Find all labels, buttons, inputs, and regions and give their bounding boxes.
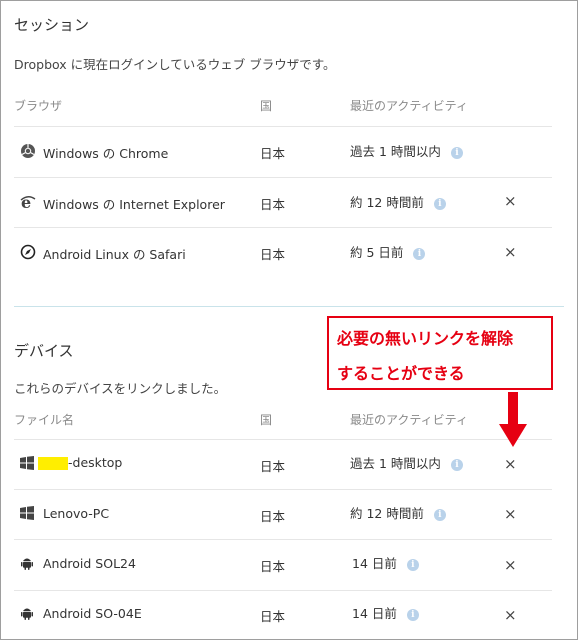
annotation-callout: 必要の無いリンクを解除 することができる <box>327 316 553 390</box>
row-divider <box>14 539 552 540</box>
column-header-activity: 最近のアクティビティ <box>350 413 468 427</box>
device-country: 日本 <box>260 559 286 574</box>
device-country: 日本 <box>260 609 286 624</box>
device-name: Android SO-04E <box>43 606 142 621</box>
device-activity: 過去 1 時間以内 i <box>350 453 463 472</box>
callout-line-2: することができる <box>337 364 465 383</box>
info-icon[interactable]: i <box>450 458 463 471</box>
redaction-highlight <box>38 457 68 470</box>
annotation-arrow-icon <box>499 392 527 447</box>
activity-text: 過去 1 時間以内 <box>350 456 441 471</box>
device-name: Android SOL24 <box>43 556 136 571</box>
info-icon[interactable]: i <box>450 146 463 159</box>
device-country: 日本 <box>260 459 286 474</box>
activity-text: 約 5 日前 <box>350 245 404 260</box>
session-activity: 約 5 日前 i <box>350 242 426 261</box>
device-country: 日本 <box>260 509 286 524</box>
session-browser-name: Windows の Chrome <box>43 146 169 161</box>
row-divider <box>14 439 552 440</box>
session-country: 日本 <box>260 247 286 262</box>
unlink-device-button[interactable]: × <box>504 606 517 624</box>
device-name: -desktop <box>38 455 122 470</box>
session-country: 日本 <box>260 146 286 161</box>
row-divider <box>14 590 552 591</box>
activity-text: 約 12 時間前 <box>350 195 424 210</box>
windows-icon <box>20 456 34 470</box>
column-header-name: ファイル名 <box>14 413 75 427</box>
session-browser-name: Windows の Internet Explorer <box>43 197 225 212</box>
row-divider <box>14 489 552 490</box>
callout-line-1: 必要の無いリンクを解除 <box>337 329 514 348</box>
row-divider <box>14 177 552 178</box>
device-activity: 約 12 時間前 i <box>350 503 446 522</box>
devices-title: デバイス <box>14 342 74 360</box>
device-activity: 14 日前 i <box>352 553 419 572</box>
info-icon[interactable]: i <box>433 508 446 521</box>
remove-session-button[interactable]: × <box>504 192 517 210</box>
column-header-country: 国 <box>260 99 273 113</box>
session-browser-name: Android Linux の Safari <box>43 247 186 262</box>
unlink-device-button[interactable]: × <box>504 505 517 523</box>
activity-text: 過去 1 時間以内 <box>350 144 441 159</box>
safari-icon <box>20 244 36 260</box>
session-activity: 過去 1 時間以内 i <box>350 141 463 160</box>
devices-description: これらのデバイスをリンクしました。 <box>14 381 227 396</box>
unlink-device-button[interactable]: × <box>504 455 517 473</box>
column-header-browser: ブラウザ <box>14 99 63 113</box>
session-activity: 約 12 時間前 i <box>350 192 446 211</box>
windows-icon <box>20 506 34 520</box>
internet-explorer-icon: e <box>20 194 36 210</box>
session-country: 日本 <box>260 197 286 212</box>
column-header-activity: 最近のアクティビティ <box>350 99 468 113</box>
device-name-text: -desktop <box>68 455 123 470</box>
sessions-title: セッション <box>14 16 90 34</box>
section-divider <box>14 306 564 307</box>
activity-text: 約 12 時間前 <box>350 506 424 521</box>
device-activity: 14 日前 i <box>352 603 419 622</box>
sessions-description: Dropbox に現在ログインしているウェブ ブラウザです。 <box>14 57 336 72</box>
activity-text: 14 日前 <box>352 556 397 571</box>
android-icon <box>21 608 33 620</box>
row-divider <box>14 227 552 228</box>
activity-text: 14 日前 <box>352 606 397 621</box>
column-header-country: 国 <box>260 413 273 427</box>
unlink-device-button[interactable]: × <box>504 556 517 574</box>
info-icon[interactable]: i <box>406 558 419 571</box>
info-icon[interactable]: i <box>406 608 419 621</box>
device-name: Lenovo-PC <box>43 506 110 521</box>
android-icon <box>21 558 33 570</box>
info-icon[interactable]: i <box>433 197 446 210</box>
remove-session-button[interactable]: × <box>504 243 517 261</box>
row-divider <box>14 126 552 127</box>
chrome-icon <box>21 144 35 158</box>
info-icon[interactable]: i <box>413 247 426 260</box>
